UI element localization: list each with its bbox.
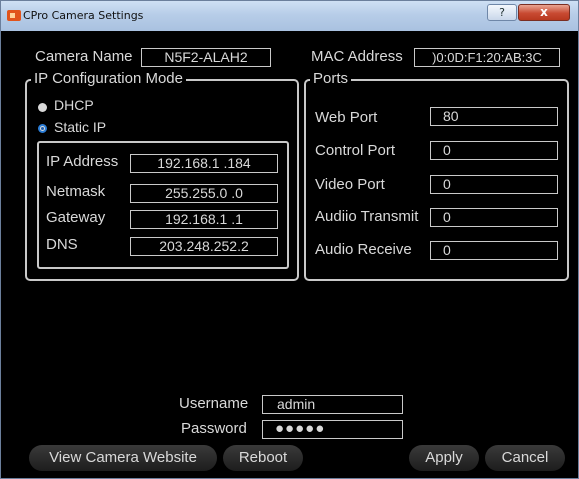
dns-label: DNS <box>46 236 78 253</box>
control-port-label: Control Port <box>315 142 396 159</box>
gateway-field[interactable]: 192.168.1 .1 <box>130 210 278 229</box>
dhcp-label: DHCP <box>54 97 94 113</box>
gateway-label: Gateway <box>46 209 106 226</box>
audio-transmit-field[interactable]: 0 <box>430 208 558 227</box>
netmask-field[interactable]: 255.255.0 .0 <box>130 184 278 203</box>
app-icon <box>7 10 21 21</box>
ip-address-label: IP Address <box>46 153 119 170</box>
video-port-label: Video Port <box>315 176 385 193</box>
video-port-field[interactable]: 0 <box>430 175 558 194</box>
cancel-button[interactable]: Cancel <box>485 445 565 471</box>
audio-transmit-label: Audiio Transmit <box>315 208 419 225</box>
static-ip-label: Static IP <box>54 119 107 135</box>
camera-name-field[interactable]: N5F2-ALAH2 <box>141 48 271 67</box>
control-port-field[interactable]: 0 <box>430 141 558 160</box>
camera-settings-window: CPro Camera Settings ? x Camera Name N5F… <box>0 0 579 479</box>
username-label: Username <box>179 395 249 412</box>
username-field[interactable]: admin <box>262 395 403 414</box>
web-port-label: Web Port <box>315 109 378 126</box>
title-bar: CPro Camera Settings ? x <box>1 1 578 31</box>
window-title: CPro Camera Settings <box>23 9 144 22</box>
static-ip-radio[interactable] <box>38 124 47 133</box>
ip-address-field[interactable]: 192.168.1 .184 <box>130 154 278 173</box>
ip-configuration-title: IP Configuration Mode <box>31 71 186 87</box>
camera-name-label: Camera Name <box>35 48 133 65</box>
help-button[interactable]: ? <box>487 4 517 21</box>
dhcp-radio[interactable] <box>38 103 47 112</box>
password-field[interactable]: ●●●●● <box>262 420 403 439</box>
dns-field[interactable]: 203.248.252.2 <box>130 237 278 256</box>
close-button[interactable]: x <box>518 4 570 21</box>
audio-receive-label: Audio Receive <box>315 241 412 258</box>
reboot-button[interactable]: Reboot <box>223 445 303 471</box>
mac-address-label: MAC Address <box>311 48 403 65</box>
netmask-label: Netmask <box>46 183 106 200</box>
web-port-field[interactable]: 80 <box>430 107 558 126</box>
ports-title: Ports <box>310 71 352 87</box>
apply-button[interactable]: Apply <box>409 445 479 471</box>
view-camera-website-button[interactable]: View Camera Website <box>29 445 217 471</box>
password-label: Password <box>181 420 247 437</box>
settings-panel: Camera Name N5F2-ALAH2 MAC Address )0:0D… <box>1 31 578 478</box>
audio-receive-field[interactable]: 0 <box>430 241 558 260</box>
mac-address-field[interactable]: )0:0D:F1:20:AB:3C <box>414 48 560 67</box>
